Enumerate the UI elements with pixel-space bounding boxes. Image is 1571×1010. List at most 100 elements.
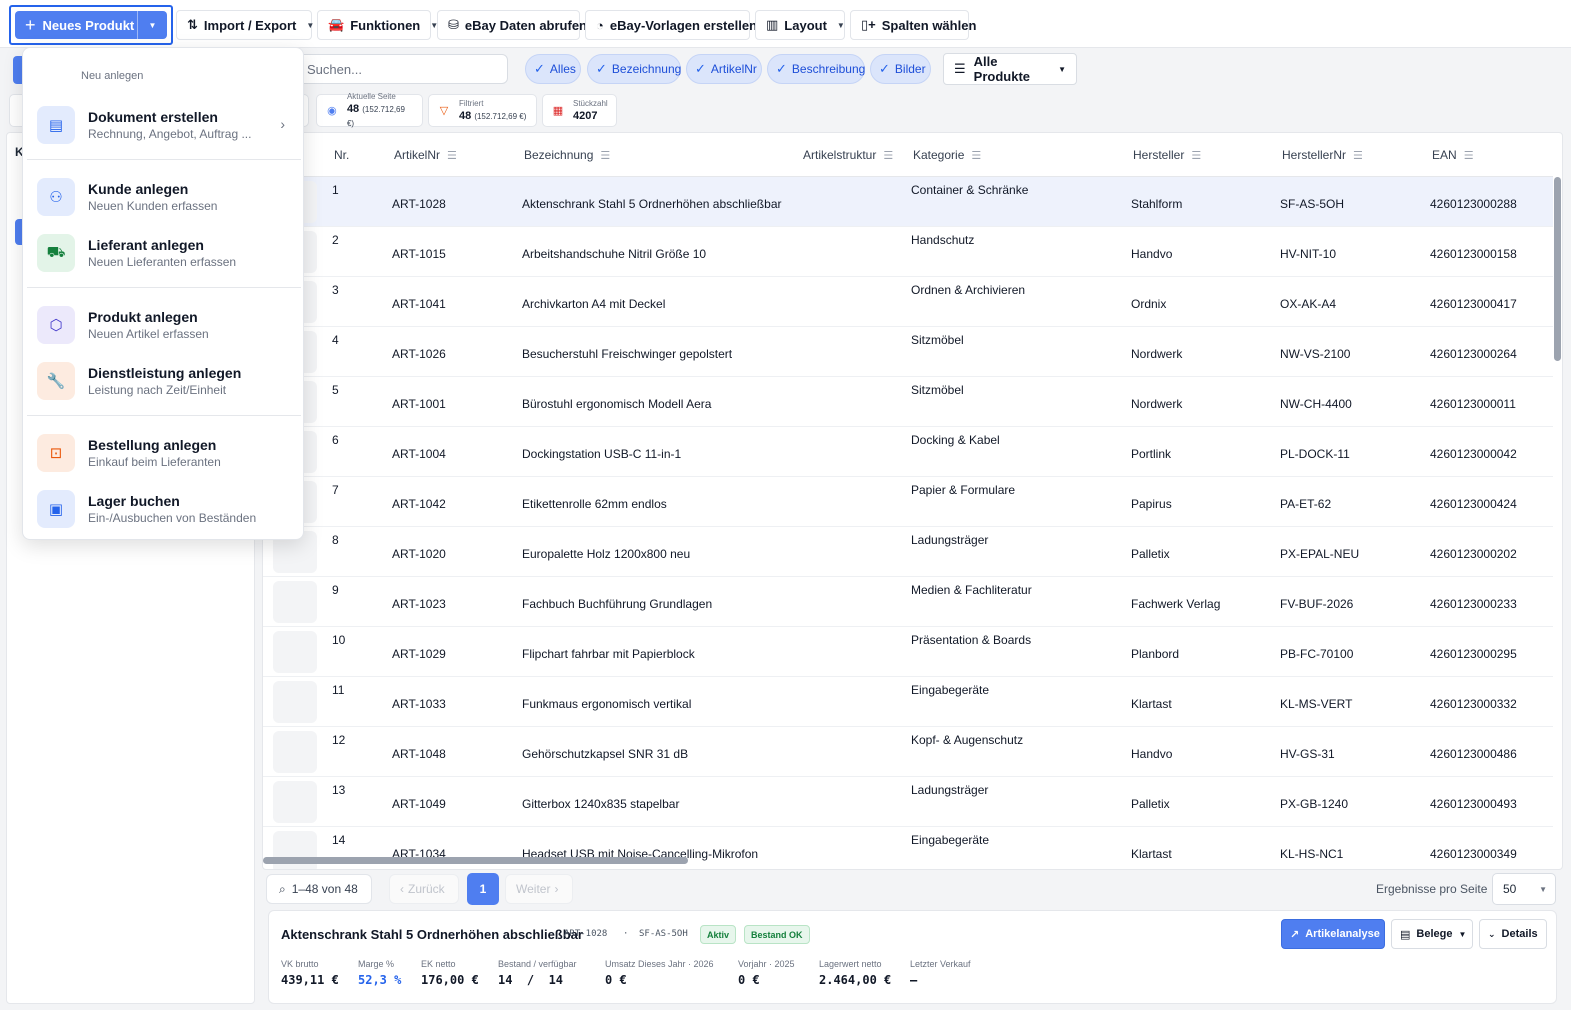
detail-stat-label: Lagerwert netto — [819, 959, 882, 969]
page-1-button[interactable]: 1 — [467, 873, 499, 905]
layout-button[interactable]: ▥ Layout ▼ — [755, 10, 845, 40]
chip-bezeichnung[interactable]: ✓ Bezeichnung — [587, 54, 681, 84]
table-row[interactable]: 13 ART-1049 Gitterbox 1240x835 stapelbar La… — [263, 777, 1553, 827]
functions-button[interactable]: 🚘 Funktionen ▼ — [317, 10, 438, 40]
menu-item-subtitle: Neuen Kunden erfassen — [88, 199, 218, 213]
columns-plus-icon: ▯+ — [861, 17, 876, 32]
caret-down-icon: ▼ — [1058, 64, 1066, 74]
table-row[interactable]: 5 ART-1001 Bürostuhl ergonomisch Modell Ae… — [263, 377, 1553, 427]
cell-kat: Sitzmöbel — [911, 383, 964, 397]
product-thumbnail — [273, 631, 317, 673]
table-row[interactable]: 10 ART-1029 Flipchart fahrbar mit Papierbl… — [263, 627, 1553, 677]
table-row[interactable]: 4 ART-1026 Besucherstuhl Freischwinger gep… — [263, 327, 1553, 377]
menu-item-create-customer[interactable]: ⚇ Kunde anlegen Neuen Kunden erfassen — [37, 173, 299, 221]
detail-stat-value: 176,00 € — [421, 973, 479, 987]
cell-artnr: ART-1015 — [392, 247, 446, 261]
filter-icon[interactable]: ☰ — [447, 149, 457, 162]
column-header-label: Bezeichnung — [524, 148, 594, 162]
column-header-kategorie[interactable]: Kategorie ☰ — [913, 148, 981, 162]
chip-bilder[interactable]: ✓ Bilder — [870, 54, 931, 84]
caret-down-icon: ▼ — [836, 20, 845, 30]
search-input[interactable]: Suchen... — [296, 54, 508, 84]
chip-artikelnr[interactable]: ✓ ArtikelNr — [686, 54, 762, 84]
filter-icon[interactable]: ☰ — [1464, 149, 1474, 162]
cell-bez: Aktenschrank Stahl 5 Ordnerhöhen abschli… — [522, 197, 782, 211]
column-header-bezeichnung[interactable]: Bezeichnung ☰ — [524, 148, 610, 162]
ebay-templates-button[interactable]: ◔ eBay-Vorlagen erstellen — [585, 10, 757, 40]
documents-button[interactable]: ▤ Belege ▼ — [1391, 919, 1473, 949]
cell-nr: 13 — [332, 783, 346, 797]
column-header-nr[interactable]: Nr. — [334, 148, 349, 162]
cell-bez: Fachbuch Buchführung Grundlagen — [522, 597, 713, 611]
cell-bez: Funkmaus ergonomisch vertikal — [522, 697, 692, 711]
cell-kat: Ladungsträger — [911, 533, 989, 547]
menu-item-create-product[interactable]: ⬡ Produkt anlegen Neuen Artikel erfassen — [37, 301, 299, 349]
cell-herstnr: NW-VS-2100 — [1280, 347, 1351, 361]
column-header-artikelnr[interactable]: ArtikelNr ☰ — [394, 148, 457, 162]
cell-ean: 4260123000417 — [1430, 297, 1517, 311]
menu-item-create-supplier[interactable]: ⛟ Lieferant anlegen Neuen Lieferanten erf… — [37, 229, 299, 277]
chevron-right-icon: › — [554, 882, 559, 896]
menu-item-create-order[interactable]: ⊡ Bestellung anlegen Einkauf beim Liefera… — [37, 429, 299, 477]
new-product-dropdown-toggle[interactable]: ▼ — [137, 11, 167, 39]
table-row[interactable]: 3 ART-1041 Archivkarton A4 mit Deckel Ordne… — [263, 277, 1553, 327]
cell-bez: Arbeitshandschuhe Nitril Größe 10 — [522, 247, 707, 261]
column-header-artikelstruktur[interactable]: Artikelstruktur ☰ — [803, 148, 893, 162]
per-page-select[interactable]: 50 ▼ — [1492, 873, 1556, 905]
cell-herstnr: PB-FC-70100 — [1280, 647, 1354, 661]
column-header-hersteller[interactable]: Hersteller ☰ — [1133, 148, 1201, 162]
chip-label: Bezeichnung — [611, 62, 682, 76]
cell-nr: 8 — [332, 533, 339, 547]
cell-herstnr: OX-AK-A4 — [1280, 297, 1337, 311]
menu-item-subtitle: Rechnung, Angebot, Auftrag ... — [88, 127, 252, 141]
filter-icon[interactable]: ☰ — [883, 149, 893, 162]
prev-page-button[interactable]: ‹ Zurück — [389, 874, 459, 904]
cell-artnr: ART-1048 — [392, 747, 446, 761]
table-row[interactable]: 1 ART-1028 Aktenschrank Stahl 5 Ordnerhöhe… — [263, 177, 1553, 227]
table-header: Nr. ArtikelNr ☰ Bezeichnung ☰ Artikelstruk… — [263, 133, 1553, 177]
table-row[interactable]: 12 ART-1048 Gehörschutzkapsel SNR 31 dB Kop… — [263, 727, 1553, 777]
palette-icon: ◔ — [596, 17, 604, 33]
detail-stat-vorjahr: Vorjahr · 2025 0 € — [738, 959, 795, 987]
details-button[interactable]: ⌄ Details — [1479, 919, 1547, 949]
table-row[interactable]: 2 ART-1015 Arbeitshandschuhe Nitril Größe … — [263, 227, 1553, 277]
menu-item-create-service[interactable]: 🔧 Dienstleistung anlegen Leistung nach Ze… — [37, 357, 299, 405]
new-product-button[interactable]: + Neues Produkt — [15, 16, 137, 34]
cell-herstnr: PA-ET-62 — [1280, 497, 1332, 511]
horizontal-scrollbar[interactable] — [263, 857, 688, 864]
new-product-split-button[interactable]: + Neues Produkt ▼ — [15, 11, 167, 39]
chip-beschreibung[interactable]: ✓ Beschreibung — [767, 54, 865, 84]
table-row[interactable]: 7 ART-1042 Etikettenrolle 62mm endlos Papie… — [263, 477, 1553, 527]
all-products-dropdown[interactable]: ☰ Alle Produkte ▼ — [943, 53, 1077, 85]
next-page-button[interactable]: Weiter › — [505, 874, 573, 904]
chip-alles[interactable]: ✓ Alles — [525, 54, 581, 84]
menu-header: Neu anlegen — [81, 70, 144, 82]
import-export-button[interactable]: ⇅ Import / Export ▼ — [176, 10, 314, 40]
choose-columns-button[interactable]: ▯+ Spalten wählen — [850, 10, 976, 40]
table-row[interactable]: 11 ART-1033 Funkmaus ergonomisch vertikal E… — [263, 677, 1553, 727]
menu-item-book-stock[interactable]: ▣ Lager buchen Ein-/Ausbuchen von Beständ… — [37, 485, 299, 533]
check-icon: ✓ — [534, 61, 545, 76]
cell-herstnr: HV-GS-31 — [1280, 747, 1335, 761]
article-analysis-button[interactable]: ↗ Artikelanalyse — [1281, 919, 1385, 949]
ebay-fetch-button[interactable]: ⛁ eBay Daten abrufen — [437, 10, 587, 40]
detail-stat-label: Letzter Verkauf — [910, 959, 971, 969]
article-analysis-label: Artikelanalyse — [1305, 928, 1380, 940]
table-row[interactable]: 9 ART-1023 Fachbuch Buchführung Grundlagen… — [263, 577, 1553, 627]
filter-icon[interactable]: ☰ — [600, 149, 610, 162]
filter-icon[interactable]: ☰ — [1191, 149, 1201, 162]
filter-lines-icon: ☰ — [954, 61, 966, 76]
menu-item-create-document[interactable]: ▤ Dokument erstellen Rechnung, Angebot, A… — [37, 101, 299, 149]
table-row[interactable]: 8 ART-1020 Europalette Holz 1200x800 neu La… — [263, 527, 1553, 577]
wrench-icon: 🔧 — [37, 362, 75, 400]
cell-herst: Klartast — [1131, 847, 1172, 861]
table-row[interactable]: 6 ART-1004 Dockingstation USB-C 11-in-1 Doc… — [263, 427, 1553, 477]
stat-value: 48 — [459, 110, 472, 122]
column-header-ean[interactable]: EAN ☰ — [1432, 148, 1474, 162]
column-header-herstellernr[interactable]: HerstellerNr ☰ — [1282, 148, 1363, 162]
cell-herst: Nordwerk — [1131, 347, 1183, 361]
filter-icon[interactable]: ☰ — [1353, 149, 1363, 162]
filter-icon[interactable]: ☰ — [971, 149, 981, 162]
vertical-scrollbar[interactable] — [1554, 177, 1561, 361]
cell-herstnr: KL-MS-VERT — [1280, 697, 1353, 711]
